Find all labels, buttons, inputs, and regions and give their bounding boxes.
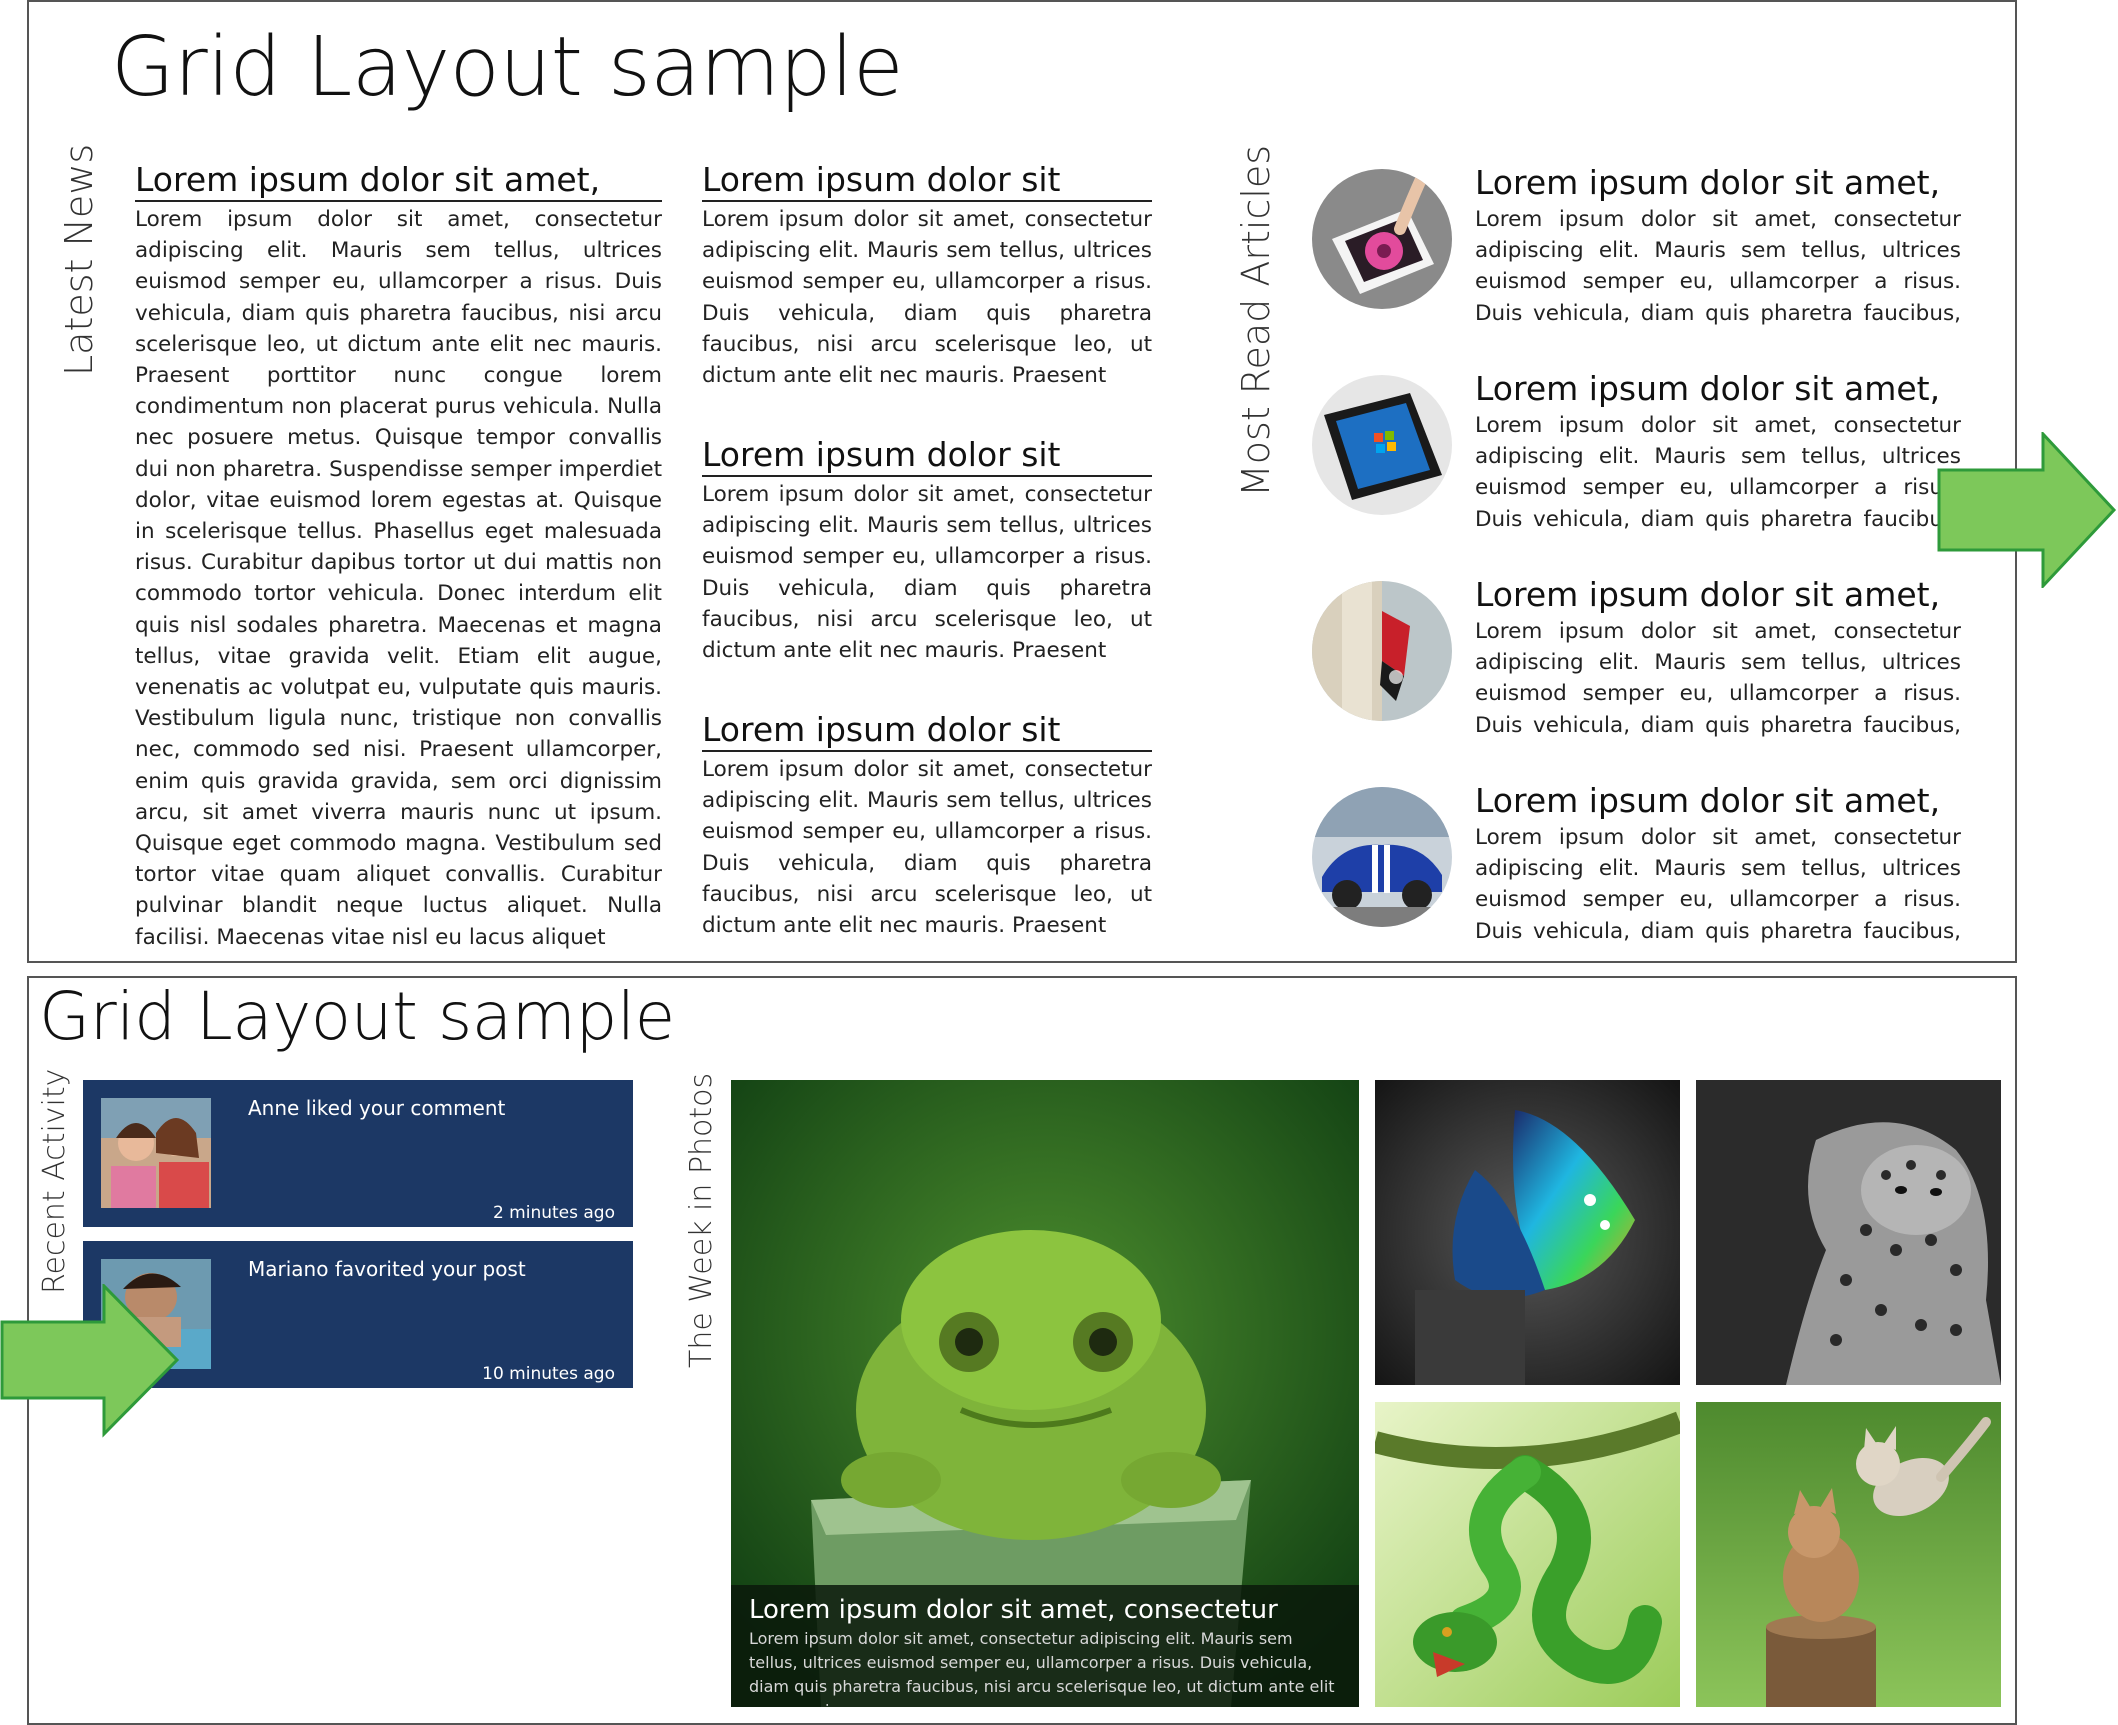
activity-text: Anne liked your comment	[248, 1096, 506, 1120]
featured-photo-tile[interactable]: Lorem ipsum dolor sit amet, consectetur …	[731, 1080, 1359, 1707]
news-item: Lorem ipsum dolor sit Lorem ipsum dolor …	[702, 710, 1152, 940]
two-women-photo	[101, 1098, 211, 1208]
news-body: Lorem ipsum dolor sit amet, consectetur …	[702, 207, 1152, 389]
news-column-1: Lorem ipsum dolor sit amet, Lorem ipsum …	[135, 160, 662, 961]
article-title[interactable]: Lorem ipsum dolor sit amet,	[1475, 162, 1940, 204]
right-arrow-icon	[1937, 432, 2117, 588]
tablet-flower-photo	[1312, 169, 1452, 309]
article-item[interactable]: Lorem ipsum dolor sit amet, Lorem ipsum …	[1312, 780, 1972, 961]
article-title[interactable]: Lorem ipsum dolor sit amet,	[1475, 368, 1940, 410]
most-read-articles-label: Most Read Articles	[1234, 144, 1278, 497]
featured-caption: Lorem ipsum dolor sit amet, consectetur …	[731, 1585, 1359, 1707]
photo-tile[interactable]	[1375, 1402, 1680, 1707]
article-body: Lorem ipsum dolor sit amet, consectetur …	[1475, 825, 1961, 944]
news-body: Lorem ipsum dolor sit amet, consectetur …	[702, 757, 1152, 939]
news-heading[interactable]: Lorem ipsum dolor sit amet,	[135, 160, 662, 202]
news-body: Lorem ipsum dolor sit amet, consectetur …	[135, 207, 662, 950]
week-in-photos-label: The Week in Photos	[684, 1072, 719, 1368]
blue-car-photo	[1312, 787, 1452, 927]
news-column-2: Lorem ipsum dolor sit Lorem ipsum dolor …	[702, 160, 1152, 940]
page-title: Grid Layout sample	[39, 978, 675, 1055]
leopard-photo	[1696, 1080, 2001, 1385]
grid-layout-top-panel: Grid Layout sample Latest News Lorem ips…	[27, 0, 2017, 963]
article-title[interactable]: Lorem ipsum dolor sit amet,	[1475, 574, 1940, 616]
article-title[interactable]: Lorem ipsum dolor sit amet,	[1475, 780, 1940, 822]
activity-tile[interactable]: Anne liked your comment 2 minutes ago	[83, 1080, 633, 1227]
article-body: Lorem ipsum dolor sit amet, consectetur …	[1475, 413, 1961, 532]
photo-tile[interactable]	[1696, 1080, 2001, 1385]
news-heading[interactable]: Lorem ipsum dolor sit	[702, 435, 1152, 477]
photo-tile[interactable]	[1696, 1402, 2001, 1707]
article-item[interactable]: Lorem ipsum dolor sit amet, Lorem ipsum …	[1312, 162, 1972, 352]
news-item: Lorem ipsum dolor sit Lorem ipsum dolor …	[702, 435, 1152, 710]
news-heading[interactable]: Lorem ipsum dolor sit	[702, 710, 1152, 752]
activity-timestamp: 10 minutes ago	[482, 1364, 615, 1384]
article-body: Lorem ipsum dolor sit amet, consectetur …	[1475, 207, 1961, 326]
activity-timestamp: 2 minutes ago	[492, 1203, 615, 1223]
article-item[interactable]: Lorem ipsum dolor sit amet, Lorem ipsum …	[1312, 574, 1972, 764]
article-body: Lorem ipsum dolor sit amet, consectetur …	[1475, 619, 1961, 738]
iridescent-butterfly-photo	[1375, 1080, 1680, 1385]
windows-tablet-photo	[1312, 375, 1452, 515]
article-item[interactable]: Lorem ipsum dolor sit amet, Lorem ipsum …	[1312, 368, 1972, 558]
news-item: Lorem ipsum dolor sit Lorem ipsum dolor …	[702, 160, 1152, 435]
featured-caption-body: Lorem ipsum dolor sit amet, consectetur …	[749, 1629, 1335, 1707]
activity-text: Mariano favorited your post	[248, 1257, 526, 1281]
green-snake-photo	[1375, 1402, 1680, 1707]
kittens-photo	[1696, 1402, 2001, 1707]
page-title: Grid Layout sample	[111, 20, 904, 115]
featured-caption-title: Lorem ipsum dolor sit amet, consectetur	[749, 1595, 1278, 1625]
news-heading[interactable]: Lorem ipsum dolor sit	[702, 160, 1152, 202]
butterfly-photo	[1312, 581, 1452, 721]
photo-tile[interactable]	[1375, 1080, 1680, 1385]
grid-layout-bottom-panel: Grid Layout sample Recent Activity Anne …	[27, 976, 2017, 1725]
recent-activity-label: Recent Activity	[37, 1068, 72, 1294]
latest-news-label: Latest News	[57, 143, 101, 376]
news-body: Lorem ipsum dolor sit amet, consectetur …	[702, 482, 1152, 664]
right-arrow-icon	[0, 1284, 180, 1438]
